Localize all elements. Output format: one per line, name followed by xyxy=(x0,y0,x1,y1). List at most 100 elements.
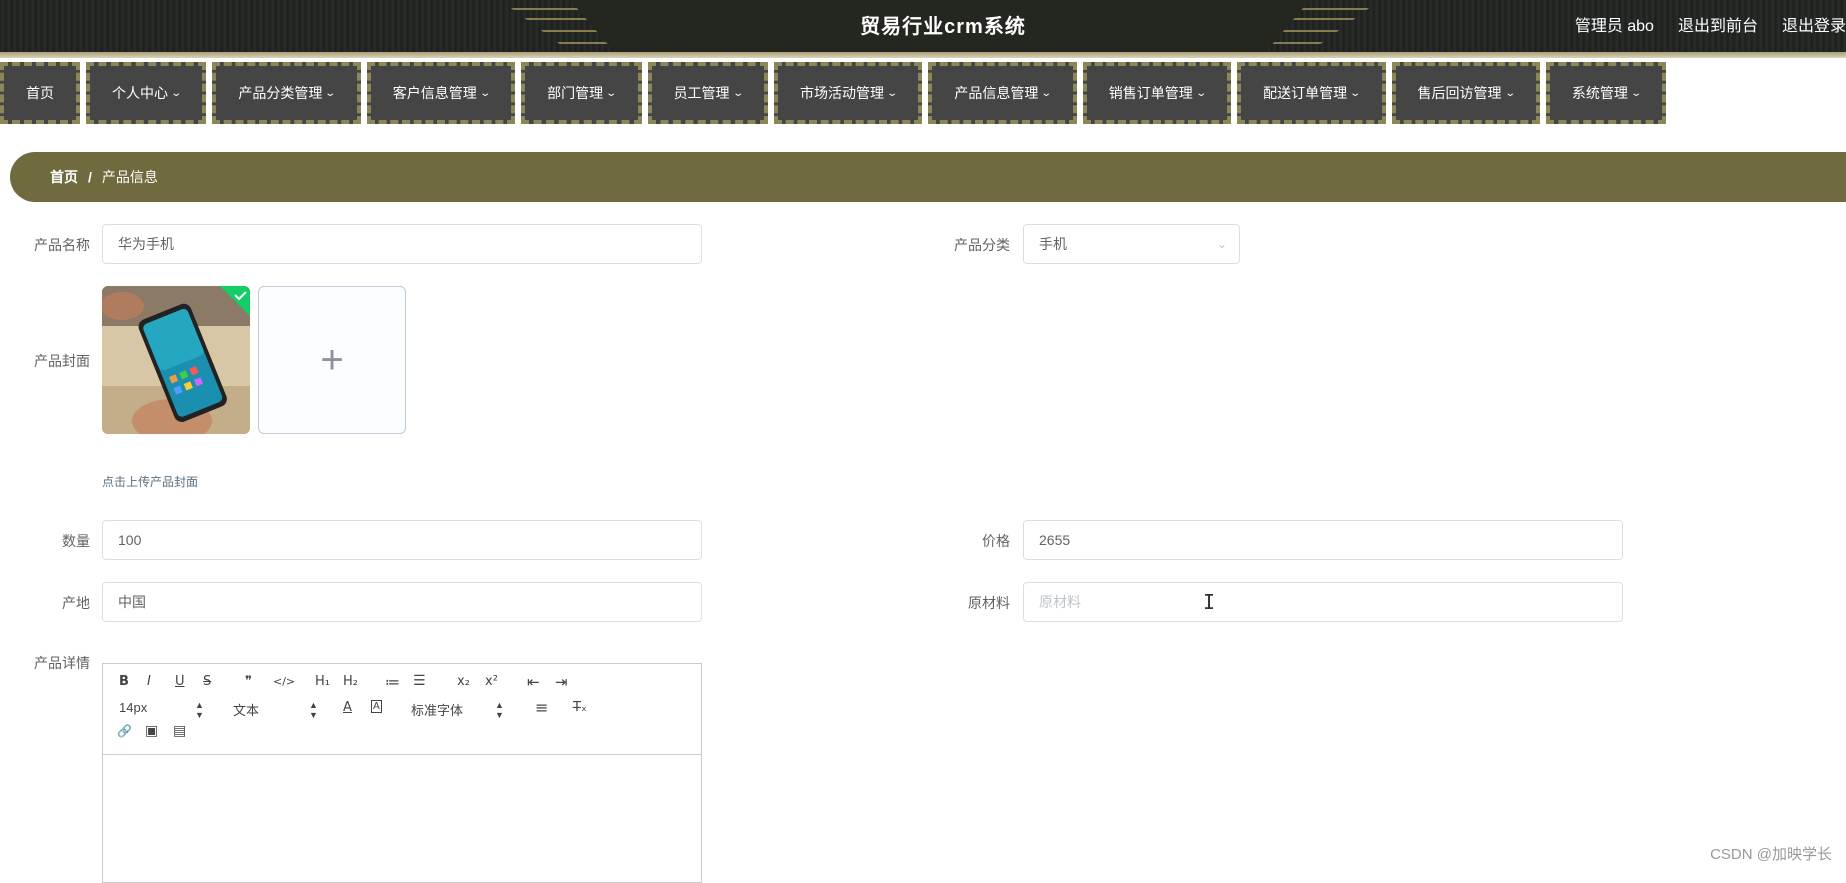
nav-label: 部门管理 xyxy=(547,85,604,101)
subscript-button[interactable]: x₂ xyxy=(457,674,470,689)
header-gold-line xyxy=(0,52,1846,58)
nav-item-product-info[interactable]: 产品信息管理 ⌄ xyxy=(928,62,1077,124)
nav-item-personal-center[interactable]: 个人中心 ⌄ xyxy=(86,62,207,124)
price-input[interactable] xyxy=(1023,520,1623,560)
chevron-down-icon: ⌄ xyxy=(731,87,744,99)
chevron-down-icon: ⌄ xyxy=(1503,87,1516,99)
category-selected-value: 手机 xyxy=(1039,236,1067,252)
image-button[interactable]: ▣ xyxy=(145,723,158,739)
nav-label: 市场活动管理 xyxy=(799,85,884,101)
nav-label: 产品分类管理 xyxy=(238,85,323,101)
breadcrumb-separator: / xyxy=(88,169,92,185)
nav-item-home[interactable]: 首页 xyxy=(0,62,80,124)
quantity-label: 数量 xyxy=(62,533,90,549)
exit-to-front-link[interactable]: 退出到前台 xyxy=(1678,12,1758,36)
background-color-button[interactable]: A xyxy=(371,700,382,713)
breadcrumb: 首页 / 产品信息 xyxy=(10,152,1846,202)
cover-upload-tip: 点击上传产品封面 xyxy=(102,475,199,489)
nav-item-sales-order[interactable]: 销售订单管理 ⌄ xyxy=(1082,62,1232,124)
origin-input[interactable] xyxy=(102,582,702,622)
chevron-down-icon: ⌄ xyxy=(324,87,337,99)
video-button[interactable]: ▤ xyxy=(173,723,186,739)
updown-icon: ▲ ▼ xyxy=(195,700,204,720)
nav-label: 首页 xyxy=(26,85,54,101)
top-header: 贸易行业crm系统 管理员 abo 退出到前台 退出登录 xyxy=(0,0,1846,52)
nav-label: 系统管理 xyxy=(1571,85,1628,101)
nav-label: 售后回访管理 xyxy=(1417,85,1502,101)
indent-button[interactable]: ⇥ xyxy=(555,673,568,691)
clean-format-button[interactable]: T̶ₓ xyxy=(573,700,587,715)
product-name-input[interactable] xyxy=(102,224,702,264)
nav-item-department[interactable]: 部门管理 ⌄ xyxy=(521,62,642,124)
font-family-value: 标准字体 xyxy=(411,703,464,718)
link-button[interactable]: 🔗 xyxy=(117,724,132,738)
chevron-down-icon: ⌄ xyxy=(1195,87,1207,99)
cover-label: 产品封面 xyxy=(34,353,90,369)
chevron-down-icon: ⌄ xyxy=(479,87,491,99)
font-size-value: 14px xyxy=(119,700,148,715)
main-nav: 首页 个人中心 ⌄ 产品分类管理 ⌄ 客户信息管理 ⌄ 部门管理 ⌄ 员工管理 ⌄ 市场活… xyxy=(0,62,1667,124)
align-button[interactable]: ≡ xyxy=(535,698,548,717)
ordered-list-button[interactable]: ≔ xyxy=(385,673,400,691)
editor-content-area[interactable] xyxy=(103,755,701,883)
nav-label: 配送订单管理 xyxy=(1263,85,1348,101)
logout-link[interactable]: 退出登录 xyxy=(1782,12,1846,36)
chevron-down-icon: ⌄ xyxy=(1216,237,1227,251)
underline-button[interactable]: U xyxy=(175,674,185,689)
category-select[interactable]: 手机 ⌄ xyxy=(1023,224,1240,264)
italic-button[interactable]: I xyxy=(147,674,151,689)
material-label: 原材料 xyxy=(968,595,1010,611)
nav-label: 产品信息管理 xyxy=(954,85,1039,101)
watermark: CSDN @加映学长 xyxy=(1710,846,1832,863)
quantity-input[interactable] xyxy=(102,520,702,560)
app-title: 贸易行业crm系统 xyxy=(860,16,1026,38)
breadcrumb-home-link[interactable]: 首页 xyxy=(50,167,78,187)
superscript-button[interactable]: x² xyxy=(485,674,498,689)
category-label: 产品分类 xyxy=(954,237,1010,253)
nav-item-customer-info[interactable]: 客户信息管理 ⌄ xyxy=(366,62,516,124)
text-cursor-icon: I xyxy=(1203,590,1216,614)
nav-item-marketing[interactable]: 市场活动管理 ⌄ xyxy=(773,62,923,124)
nav-item-system[interactable]: 系统管理 ⌄ xyxy=(1545,62,1667,124)
strike-button[interactable]: S xyxy=(203,674,211,689)
price-label: 价格 xyxy=(982,533,1010,549)
phone-photo-image xyxy=(102,286,250,434)
chevron-down-icon: ⌄ xyxy=(605,87,618,99)
current-user-label: 管理员 abo xyxy=(1574,18,1654,35)
nav-item-employee[interactable]: 员工管理 ⌄ xyxy=(647,62,768,124)
updown-icon: ▲ ▼ xyxy=(495,700,504,720)
chevron-down-icon: ⌄ xyxy=(170,87,183,99)
block-type-select[interactable]: 文本 ▲ ▼ xyxy=(233,700,323,720)
cover-image-thumbnail[interactable] xyxy=(102,286,250,434)
plus-icon: + xyxy=(320,337,344,382)
quote-button[interactable]: ❞ xyxy=(245,674,252,689)
nav-label: 员工管理 xyxy=(673,85,730,101)
nav-item-product-category[interactable]: 产品分类管理 ⌄ xyxy=(212,62,361,124)
origin-label: 产地 xyxy=(62,595,90,611)
font-family-select[interactable]: 标准字体 ▲ ▼ xyxy=(411,700,507,720)
rich-text-editor: B I U S ❞ </> H₁ H₂ ≔ ☰ x₂ x² ⇤ ⇥ 14px ▲… xyxy=(102,663,702,883)
detail-label: 产品详情 xyxy=(34,655,90,671)
outdent-button[interactable]: ⇤ xyxy=(527,673,540,691)
product-name-label: 产品名称 xyxy=(34,237,90,253)
material-input[interactable] xyxy=(1023,582,1623,622)
font-color-button[interactable]: A xyxy=(343,700,352,715)
nav-item-after-sales[interactable]: 售后回访管理 ⌄ xyxy=(1391,62,1540,124)
nav-item-delivery-order[interactable]: 配送订单管理 ⌄ xyxy=(1237,62,1386,124)
updown-icon: ▲ ▼ xyxy=(309,700,318,720)
code-button[interactable]: </> xyxy=(273,675,295,688)
font-size-select[interactable]: 14px ▲ ▼ xyxy=(119,700,209,720)
cover-upload-button[interactable]: + xyxy=(258,286,406,434)
h2-button[interactable]: H₂ xyxy=(343,674,358,689)
h1-button[interactable]: H₁ xyxy=(315,674,330,689)
nav-label: 销售订单管理 xyxy=(1108,85,1193,101)
chevron-down-icon: ⌄ xyxy=(1630,87,1642,99)
editor-toolbar: B I U S ❞ </> H₁ H₂ ≔ ☰ x₂ x² ⇤ ⇥ 14px ▲… xyxy=(103,664,701,755)
chevron-down-icon: ⌄ xyxy=(886,87,899,99)
block-type-value: 文本 xyxy=(233,703,260,718)
bold-button[interactable]: B xyxy=(119,674,129,689)
breadcrumb-current: 产品信息 xyxy=(101,169,158,185)
nav-label: 客户信息管理 xyxy=(392,85,477,101)
nav-label: 个人中心 xyxy=(112,85,168,101)
bullet-list-button[interactable]: ☰ xyxy=(413,673,426,689)
